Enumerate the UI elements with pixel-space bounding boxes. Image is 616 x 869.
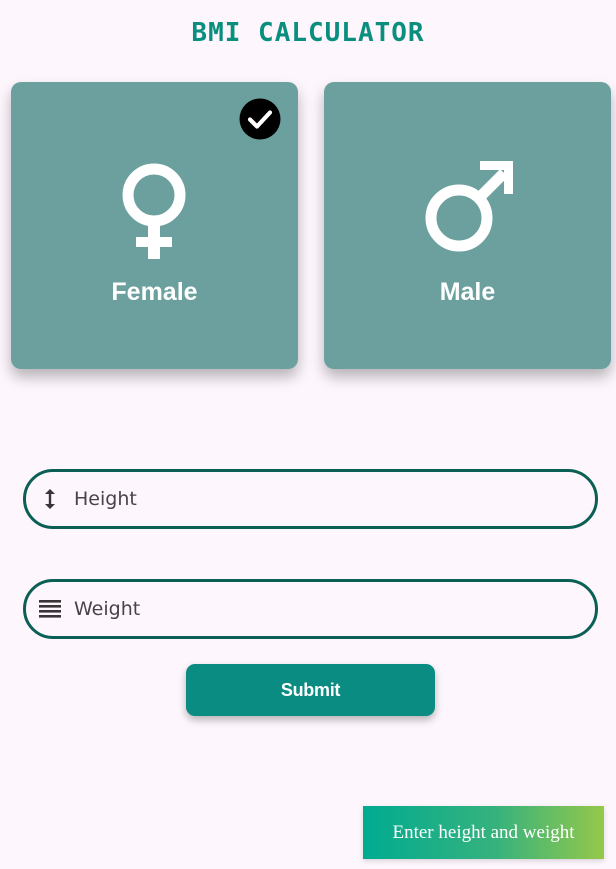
- weight-input[interactable]: [74, 582, 574, 636]
- vertical-arrows-icon: [45, 489, 55, 509]
- male-symbol-icon: [425, 161, 513, 252]
- gender-card-female[interactable]: Female: [11, 82, 298, 369]
- height-input[interactable]: [74, 472, 574, 526]
- submit-button[interactable]: Submit: [186, 664, 435, 716]
- check-icon: [239, 98, 281, 140]
- app-title: BMI CALCULATOR: [191, 18, 425, 48]
- weight-field: [23, 579, 598, 639]
- gender-label-female: Female: [111, 278, 198, 306]
- height-field: [23, 469, 598, 529]
- weight-lines-icon: [39, 600, 61, 618]
- gender-label-male: Male: [439, 278, 496, 306]
- gender-card-male[interactable]: Male: [324, 82, 611, 369]
- toast-message: Enter height and weight: [363, 806, 604, 859]
